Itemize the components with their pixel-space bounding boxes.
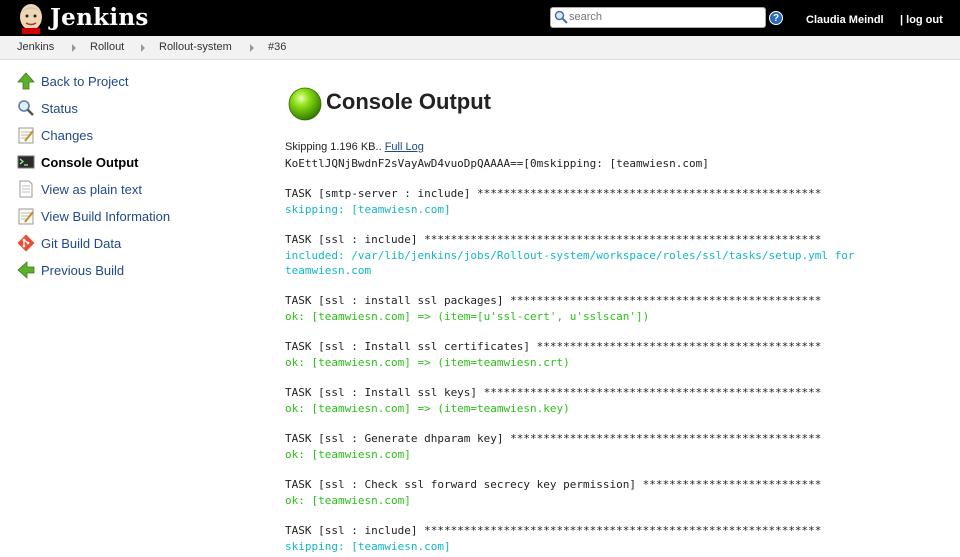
breadcrumb-rollout[interactable]: Rollout — [90, 41, 124, 53]
terminal-icon — [17, 155, 35, 169]
git-icon — [17, 234, 35, 252]
page-title: Console Output — [326, 89, 491, 114]
console-line: ok: [teamwiesn.com] => (item=teamwiesn.k… — [285, 402, 570, 415]
search-icon — [554, 10, 568, 24]
sidebar-item-label: Changes — [41, 128, 94, 143]
search-box[interactable] — [550, 7, 766, 28]
sidebar-item-changes[interactable]: Changes — [17, 126, 257, 146]
console-line: ok: [teamwiesn.com] => (item=teamwiesn.c… — [285, 356, 570, 369]
document-icon — [19, 180, 33, 198]
console-line: ok: [teamwiesn.com] => (item=[u'ssl-cert… — [285, 310, 650, 323]
sidebar-item-back-to-project[interactable]: Back to Project — [17, 72, 257, 92]
sidebar-item-label: Git Build Data — [41, 236, 122, 251]
breadcrumb: Jenkins Rollout Rollout-system #36 — [0, 36, 960, 60]
up-arrow-icon — [17, 72, 35, 90]
console-line: skipping: [teamwiesn.com] — [285, 540, 451, 553]
console-line: TASK [ssl : install ssl packages] ******… — [285, 294, 822, 307]
console-line: KoEttlJQNjBwdnF2sVayAwD4vuoDpQAAAA==[0ms… — [285, 157, 709, 170]
notepad-icon — [18, 208, 34, 225]
console-line: TASK [ssl : Install ssl certificates] **… — [285, 340, 822, 353]
sidebar-item-label: Back to Project — [41, 74, 129, 89]
magnifier-icon — [18, 100, 34, 116]
console-line: skipping: [teamwiesn.com] — [285, 203, 451, 216]
console-line: ok: [teamwiesn.com] — [285, 494, 411, 507]
brand-name[interactable]: Jenkins — [50, 4, 149, 32]
sidebar-item-status[interactable]: Status — [17, 99, 257, 119]
console-line: included: /var/lib/jenkins/jobs/Rollout-… — [285, 249, 855, 262]
breadcrumb-jenkins[interactable]: Jenkins — [17, 41, 54, 53]
console-line: TASK [ssl : Check ssl forward secrecy ke… — [285, 478, 822, 491]
breadcrumb-build-number[interactable]: #36 — [268, 41, 286, 53]
console-line: TASK [ssl : Generate dhparam key] ******… — [285, 432, 822, 445]
full-log-link[interactable]: Full Log — [385, 141, 424, 153]
console-line: TASK [ssl : Install ssl keys] **********… — [285, 386, 822, 399]
left-arrow-icon — [17, 261, 35, 279]
notepad-icon — [18, 127, 34, 144]
sidebar-item-git-build-data[interactable]: Git Build Data — [17, 234, 257, 254]
breadcrumb-chevron-icon[interactable] — [141, 44, 145, 52]
breadcrumb-rollout-system[interactable]: Rollout-system — [159, 41, 232, 53]
help-icon[interactable]: ? — [769, 11, 783, 25]
top-bar: Jenkins ? Claudia Meindl | log out — [0, 0, 960, 36]
console-line: teamwiesn.com — [285, 264, 372, 277]
logout-link[interactable]: | log out — [900, 14, 943, 26]
breadcrumb-chevron-icon[interactable] — [72, 44, 76, 52]
skipping-info: Skipping 1.196 KB.. Full Log — [285, 141, 424, 153]
sidebar-item-console-output[interactable]: Console Output — [17, 153, 257, 173]
sidebar-item-label: View Build Information — [41, 209, 171, 224]
jenkins-logo-icon[interactable] — [14, 2, 48, 34]
user-name-link[interactable]: Claudia Meindl — [806, 14, 884, 26]
console-line: TASK [smtp-server : include] ***********… — [285, 187, 822, 200]
skipping-text: Skipping 1.196 KB.. — [285, 141, 385, 153]
sidebar-item-view-build-information[interactable]: View Build Information — [17, 207, 257, 227]
build-status-ball-icon — [288, 87, 322, 121]
sidebar-item-previous-build[interactable]: Previous Build — [17, 261, 257, 281]
console-line: TASK [ssl : include] *******************… — [285, 233, 822, 246]
breadcrumb-chevron-icon[interactable] — [250, 44, 254, 52]
sidebar-item-label: Console Output — [41, 155, 139, 170]
sidebar-item-label: Previous Build — [41, 263, 125, 278]
sidebar-item-label: Status — [41, 101, 78, 116]
console-line: TASK [ssl : include] *******************… — [285, 524, 822, 537]
console-line: ok: [teamwiesn.com] — [285, 448, 411, 461]
sidebar-item-label: View as plain text — [41, 182, 142, 197]
search-input[interactable] — [569, 9, 759, 25]
sidebar-item-view-as-plain-text[interactable]: View as plain text — [17, 180, 257, 200]
